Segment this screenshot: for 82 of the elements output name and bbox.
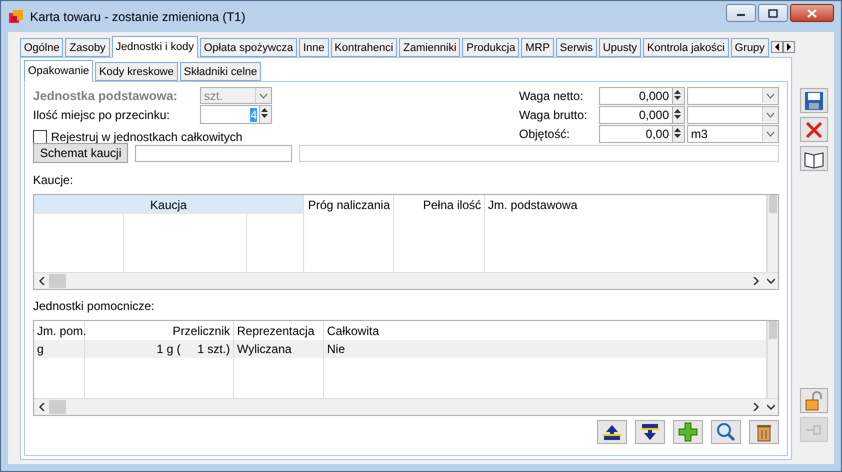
left-arrow-icon	[774, 42, 780, 50]
checkbox[interactable]	[33, 130, 47, 144]
window-title: Karta towaru - zostanie zmieniona (T1)	[30, 10, 246, 24]
section-label: Kaucje:	[33, 172, 74, 188]
right-arrow-icon	[786, 42, 792, 50]
scroll-left-button[interactable]	[770, 40, 783, 52]
scroll-thumb[interactable]	[49, 400, 66, 414]
table-cell: Wyliczana	[234, 340, 324, 358]
download-icon	[640, 422, 660, 442]
trash-icon	[754, 422, 774, 442]
table-cell: g	[34, 340, 85, 358]
search-button[interactable]	[711, 420, 741, 444]
book-button[interactable]	[800, 146, 828, 171]
spinner-arrows-icon	[673, 106, 682, 120]
dropdown-icon	[259, 92, 268, 98]
horizontal-scrollbar[interactable]	[34, 398, 778, 415]
spinner-arrows-icon	[673, 126, 682, 140]
tab[interactable]: Składniki celne	[180, 62, 262, 81]
minimize-button[interactable]	[726, 4, 756, 22]
field-label: Waga brutto:	[519, 108, 588, 122]
horizontal-scrollbar[interactable]	[34, 272, 778, 289]
tab[interactable]: Grupy	[730, 38, 769, 57]
field-label: Waga netto:	[519, 88, 584, 102]
tab[interactable]: Zamienniki	[399, 38, 460, 57]
field-label: Objętość:	[519, 126, 571, 140]
tab[interactable]: Upusty	[598, 38, 642, 57]
spinner-arrows-icon	[260, 106, 269, 120]
tab[interactable]: Produkcja	[462, 38, 520, 57]
tab[interactable]: Serwis	[556, 38, 597, 57]
padlock-icon	[804, 390, 824, 410]
close-icon	[807, 8, 817, 18]
maximize-icon	[768, 8, 778, 18]
tab[interactable]: Kody kreskowe	[95, 62, 178, 81]
scroll-right-button[interactable]	[782, 40, 795, 52]
vertical-scrollbar[interactable]	[767, 195, 778, 272]
tab[interactable]: Opakowanie	[24, 60, 94, 82]
number-spinner[interactable]: 0,000	[599, 86, 685, 104]
maximize-button[interactable]	[758, 4, 788, 22]
column-header[interactable]: Próg naliczania	[304, 195, 394, 214]
cancel-button[interactable]	[800, 117, 828, 142]
tab[interactable]: Kontrahenci	[330, 38, 398, 57]
add-button[interactable]	[673, 420, 703, 444]
spinner-arrows-icon	[673, 88, 682, 102]
checkbox-label: Rejestruj w jednostkach całkowitych	[51, 130, 242, 144]
move-up-button[interactable]	[597, 420, 627, 444]
number-spinner[interactable]: 0,000	[599, 106, 685, 124]
move-down-button[interactable]	[635, 420, 665, 444]
table-cell: 1 g ( 1 szt.)	[85, 340, 234, 358]
tab[interactable]: Kontrola jakości	[643, 38, 729, 57]
save-button[interactable]	[800, 88, 828, 113]
delete-button[interactable]	[749, 420, 779, 444]
table-row[interactable]: g 1 g ( 1 szt.) Wyliczana Nie	[34, 340, 767, 358]
tab[interactable]: MRP	[521, 38, 554, 57]
unit-dropdown[interactable]: m3	[687, 124, 779, 142]
scroll-thumb[interactable]	[49, 274, 66, 288]
tab[interactable]: Zasoby	[65, 38, 110, 57]
unit-dropdown[interactable]	[687, 106, 779, 124]
lock-button[interactable]	[800, 388, 828, 413]
dropdown-icon	[766, 112, 775, 118]
search-icon	[716, 422, 736, 442]
plus-icon	[678, 422, 698, 442]
close-button[interactable]	[790, 4, 834, 22]
save-icon	[804, 90, 824, 110]
dropdown-icon	[766, 130, 775, 136]
column-header[interactable]: Kaucja	[34, 195, 304, 214]
deposit-scheme-button[interactable]: Schemat kaucji	[33, 143, 128, 163]
tab[interactable]: Jednostki i kody	[112, 36, 198, 58]
number-spinner[interactable]: 0,00	[599, 124, 685, 142]
vertical-scrollbar[interactable]	[767, 321, 778, 398]
input-field[interactable]	[135, 144, 292, 162]
unit-dropdown[interactable]	[687, 86, 779, 104]
column-header[interactable]: Pełna ilość	[394, 195, 485, 214]
tab[interactable]: Inne	[299, 38, 329, 57]
section-label: Jednostki pomocnicze:	[33, 298, 156, 314]
field-label: Ilość miejsc po przecinku:	[33, 108, 171, 122]
dropdown-icon	[766, 92, 775, 98]
tab[interactable]: Opłata spożywcza	[200, 38, 298, 57]
input-field[interactable]	[299, 144, 779, 162]
field-label: Jednostka podstawowa:	[33, 88, 178, 102]
close-icon	[804, 120, 824, 140]
tab[interactable]: Ogólne	[20, 38, 64, 57]
app-icon	[8, 8, 24, 24]
